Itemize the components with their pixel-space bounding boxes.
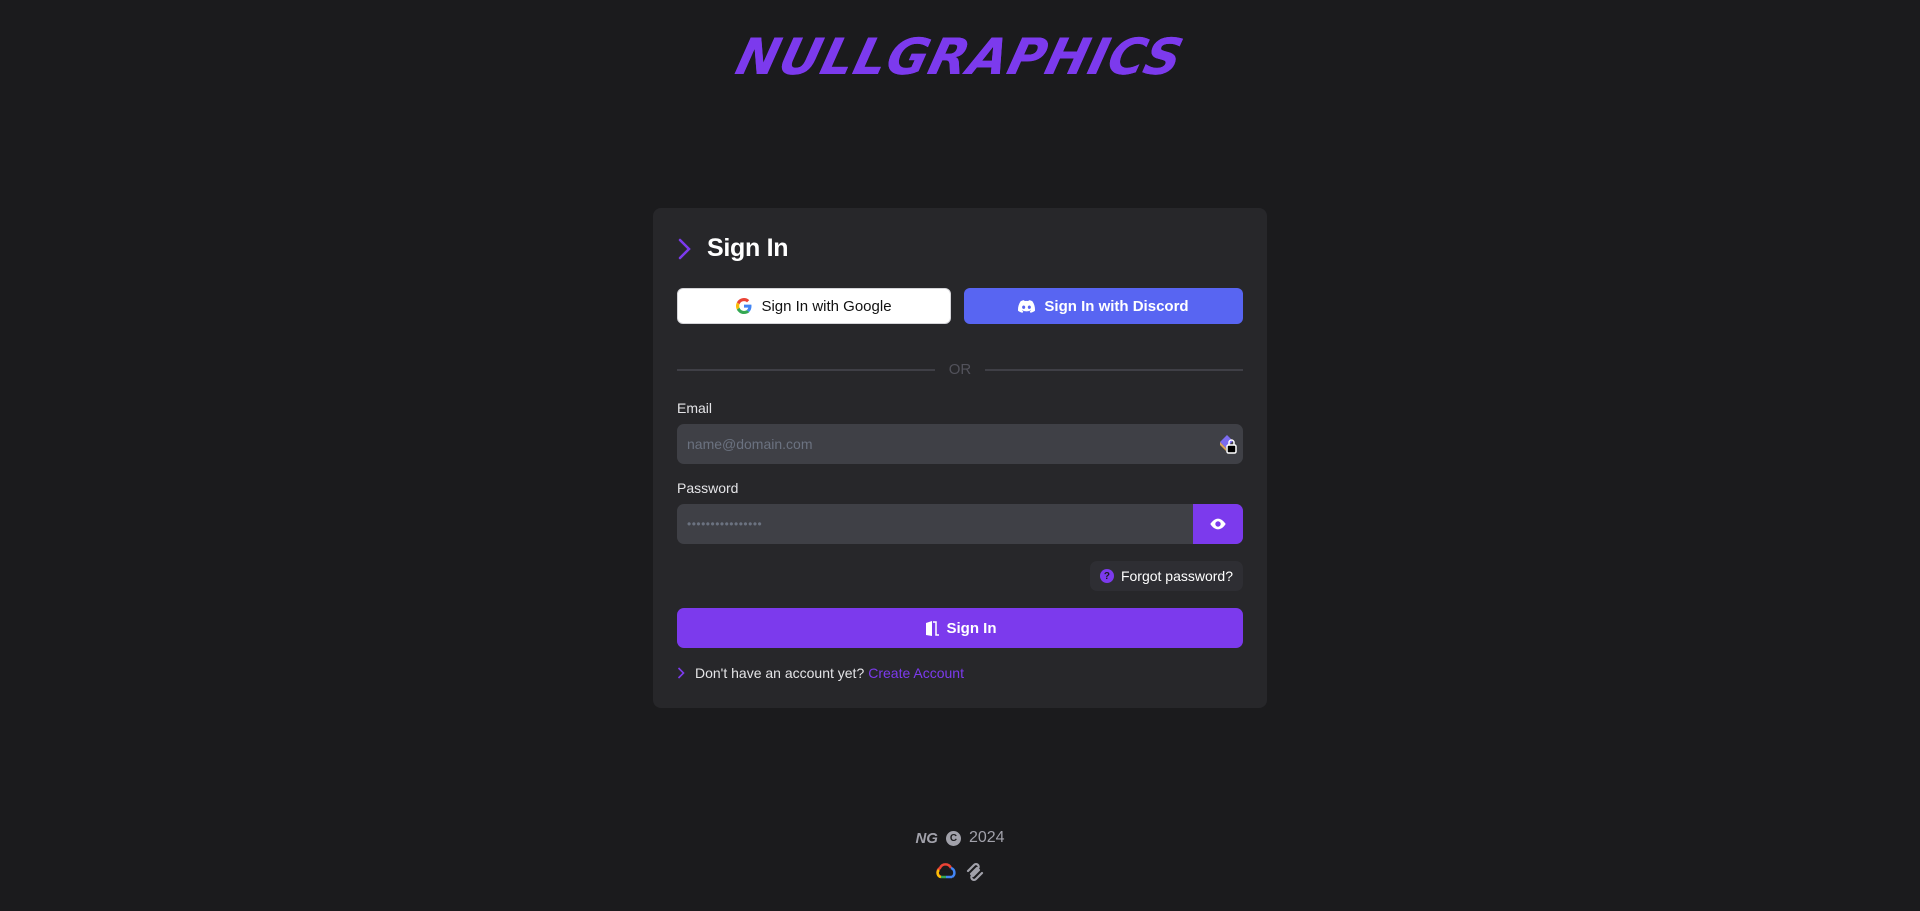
- google-cloud-icon[interactable]: [935, 863, 957, 879]
- discord-button-label: Sign In with Discord: [1044, 297, 1189, 315]
- discord-icon: [1018, 299, 1036, 313]
- password-field-wrapper: ••••••••••••••••: [677, 504, 1243, 544]
- google-button-label: Sign In with Google: [761, 297, 892, 315]
- register-prompt-text: Don't have an account yet?: [695, 665, 865, 681]
- eye-icon: [1210, 518, 1226, 530]
- register-prompt: Don't have an account yet? Create Accoun…: [677, 665, 964, 681]
- forgot-password-label: Forgot password?: [1120, 568, 1233, 584]
- password-label: Password: [677, 480, 739, 496]
- footer-year: 2024: [968, 829, 1005, 846]
- or-divider: OR: [677, 361, 1243, 378]
- question-circle-icon: ?: [1099, 569, 1114, 583]
- footer: NG C 2024: [0, 829, 1920, 847]
- password-manager-icon[interactable]: [1213, 432, 1243, 456]
- toggle-password-visibility-button[interactable]: [1193, 504, 1243, 544]
- email-input[interactable]: [677, 424, 1213, 464]
- create-account-link[interactable]: Create Account: [868, 665, 964, 681]
- google-icon: [736, 298, 752, 314]
- oauth-buttons: Sign In with Google Sign In with Discord: [677, 288, 1243, 324]
- divider-line-left: [677, 368, 935, 371]
- password-input[interactable]: ••••••••••••••••: [677, 517, 1193, 531]
- footer-icons: [0, 863, 1920, 881]
- email-field-wrapper: [677, 424, 1243, 464]
- divider-text: OR: [948, 361, 972, 378]
- footer-brand-mark: NG: [915, 829, 938, 847]
- squarespace-icon[interactable]: [965, 863, 985, 881]
- google-sign-in-button[interactable]: Sign In with Google: [677, 288, 951, 324]
- discord-sign-in-button[interactable]: Sign In with Discord: [964, 288, 1243, 324]
- email-label: Email: [677, 400, 713, 416]
- forgot-password-link[interactable]: ? Forgot password?: [1089, 561, 1243, 591]
- door-enter-icon: [925, 620, 939, 636]
- brand-logo: NULLGRAPHICS: [730, 28, 1190, 86]
- chevron-right-icon: [677, 667, 685, 679]
- copyright-icon: C: [945, 830, 961, 846]
- card-header: Sign In: [677, 234, 789, 263]
- sign-in-button[interactable]: Sign In: [677, 608, 1243, 648]
- page-title: Sign In: [707, 234, 789, 262]
- divider-line-right: [985, 368, 1243, 371]
- sign-in-card: Sign In Sign In with Google Sign In with…: [653, 208, 1267, 708]
- sign-in-button-label: Sign In: [946, 619, 997, 637]
- chevron-right-icon: [678, 238, 691, 259]
